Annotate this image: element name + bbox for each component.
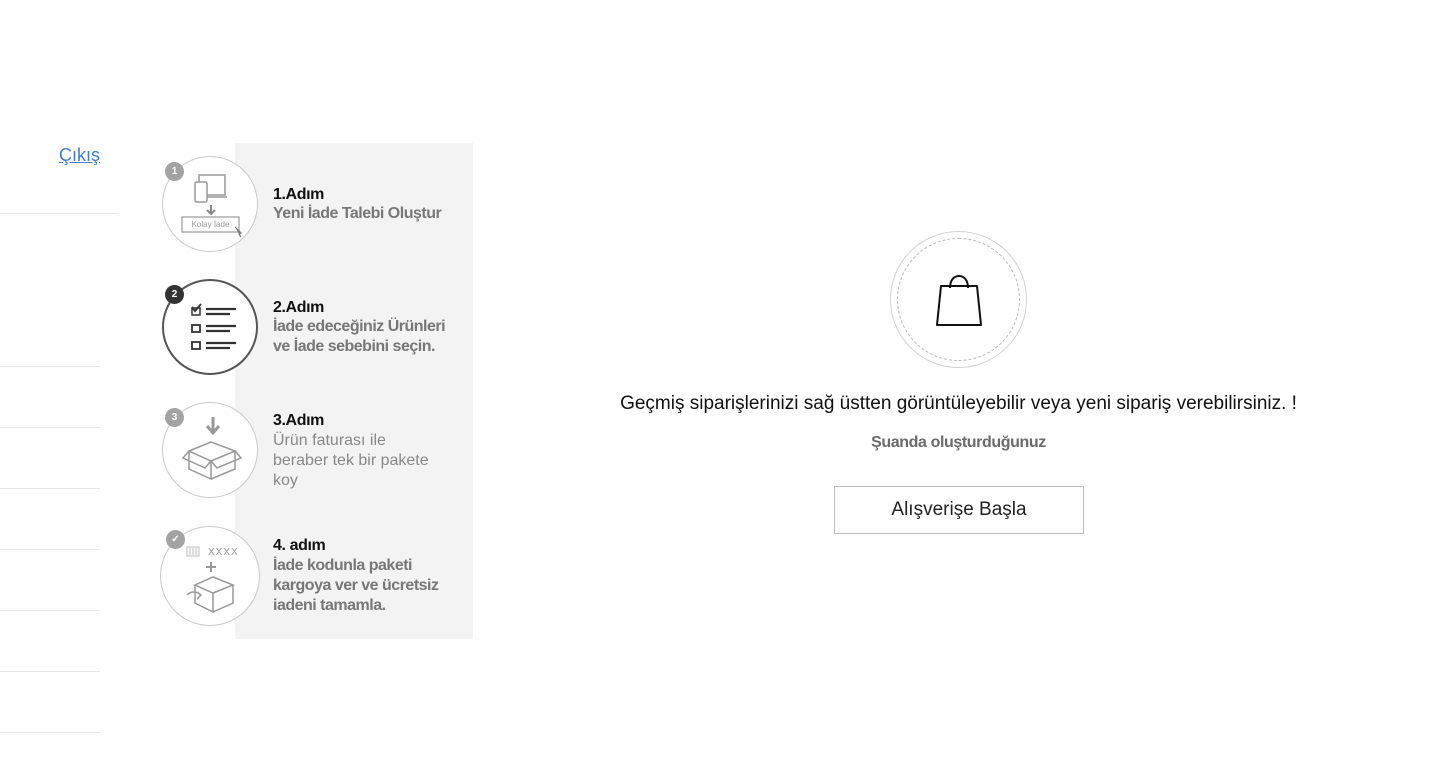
step-2-badge: 2 (165, 285, 184, 304)
step-3-badge: 3 (165, 408, 184, 427)
step-2-title: 2.Adım (273, 299, 324, 316)
sidebar-divider (0, 366, 100, 367)
step-3-description: Ürün faturası ile beraber tek bir pakete… (273, 431, 458, 491)
step-4-line: iadeni tamamla. (273, 597, 386, 614)
sidebar-divider (0, 610, 100, 611)
step-4-line: kargoya ver ve ücretsiz (273, 577, 439, 594)
sidebar-divider (0, 549, 100, 550)
step-2-line: İade edeceğiniz Ürünleri (273, 318, 446, 335)
sidebar-divider (0, 213, 118, 214)
kolay-iade-label: Kolay İade (191, 220, 230, 229)
sidebar-divider (0, 732, 100, 733)
return-code-label: XXXX (208, 547, 239, 558)
step-4-badge: ✓ (166, 530, 185, 549)
step-3-line: Ürün faturası ile (273, 432, 386, 449)
step-4-line: İade kodunla paketi (273, 557, 412, 574)
step-4-title: 4. adım (273, 537, 326, 554)
shopping-bag-badge (890, 231, 1027, 368)
sidebar-divider (0, 671, 100, 672)
step-3-line: beraber tek bir pakete (273, 452, 429, 469)
empty-orders-submessage: Şuanda oluşturduğunuz (871, 434, 1046, 451)
sidebar-divider (0, 488, 100, 489)
step-3-line: koy (273, 472, 298, 489)
shopping-bag-icon (936, 274, 982, 326)
empty-orders-message: Geçmiş siparişlerinizi sağ üstten görünt… (620, 393, 1297, 414)
step-2-description: İade edeceğiniz Ürünleri ve İade sebebin… (273, 317, 458, 357)
sidebar-divider (0, 427, 100, 428)
return-steps-panel: Kolay İade 1 1.Adım Yeni İade Talebi Olu… (150, 143, 473, 639)
step-1-badge: 1 (165, 162, 184, 181)
step-1-title: 1.Adım (273, 186, 324, 203)
step-1-description: Yeni İade Talebi Oluştur (273, 204, 458, 224)
step-1-line: Yeni İade Talebi Oluştur (273, 205, 442, 222)
step-3-title: 3.Adım (273, 412, 324, 429)
step-2-line: ve İade sebebini seçin. (273, 338, 435, 355)
start-shopping-button[interactable]: Alışverişe Başla (834, 486, 1084, 534)
logout-link[interactable]: Çıkış (59, 145, 100, 166)
step-4-description: İade kodunla paketi kargoya ver ve ücret… (273, 556, 458, 616)
